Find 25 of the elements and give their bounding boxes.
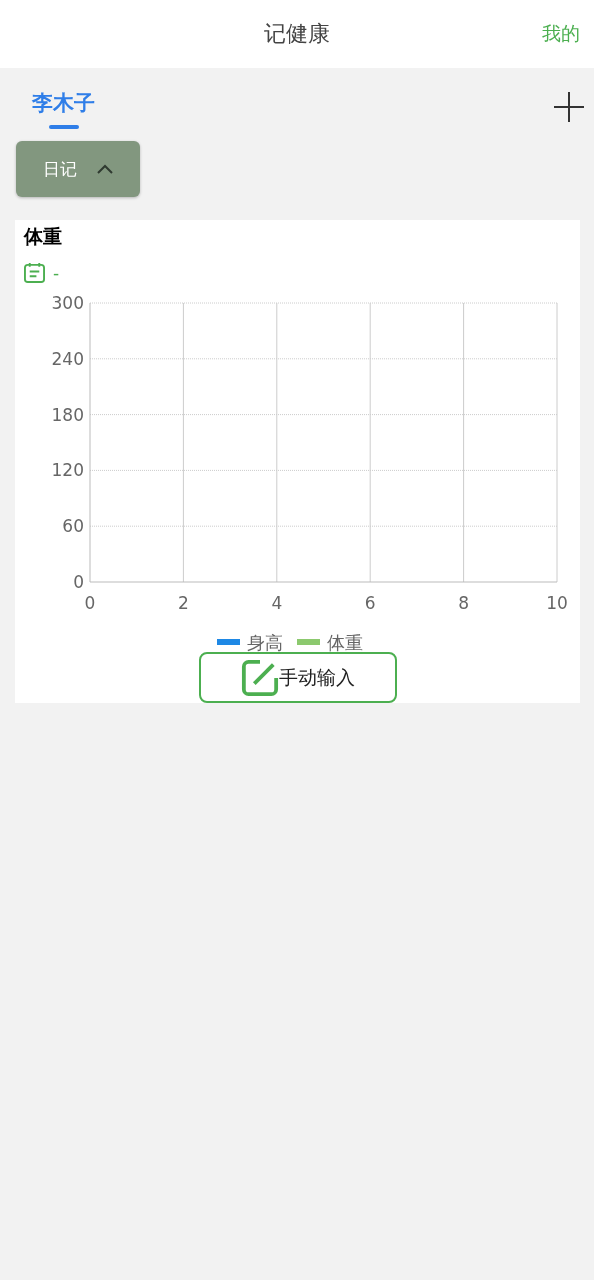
manual-input-button[interactable]: 手动输入 <box>198 652 397 703</box>
x-tick-label: 0 <box>84 593 96 613</box>
x-tick-label: 6 <box>364 593 376 613</box>
y-tick-label: 120 <box>51 460 84 481</box>
card-title: 体重 <box>22 224 63 249</box>
y-tick-label: 0 <box>73 572 84 592</box>
x-tick-label: 8 <box>458 593 469 613</box>
x-tick-label: 4 <box>271 593 283 613</box>
legend-label: 体重 <box>327 632 363 653</box>
y-tick-label: 300 <box>51 293 84 313</box>
date-text: - <box>53 262 60 283</box>
y-tick-label: 180 <box>51 404 84 425</box>
calendar-icon <box>24 262 45 283</box>
view-dropdown[interactable]: 日记 <box>16 141 140 197</box>
add-icon[interactable] <box>554 92 584 122</box>
edit-icon <box>240 658 279 697</box>
person-tab[interactable]: 李木子 <box>24 85 103 129</box>
profile-link[interactable]: 我的 <box>542 21 580 47</box>
y-tick-label: 60 <box>62 516 84 537</box>
legend-label: 身高 <box>247 632 283 653</box>
y-tick-label: 240 <box>51 348 84 369</box>
caret-icon <box>97 164 113 174</box>
x-tick-label: 2 <box>178 593 189 613</box>
x-tick-label: 10 <box>546 593 568 613</box>
page-title: 记健康 <box>264 20 330 48</box>
